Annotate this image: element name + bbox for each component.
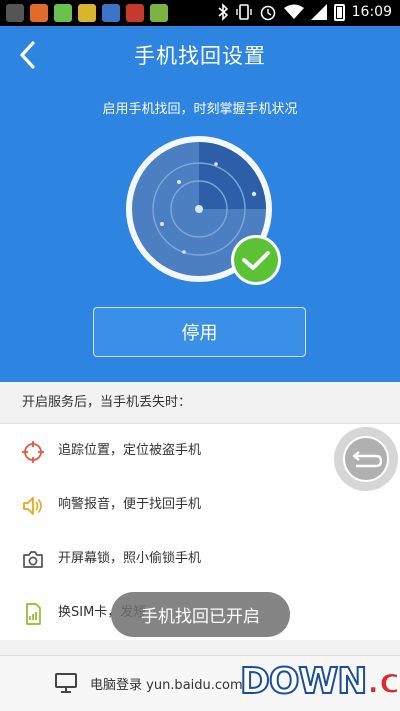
status-time: 16:09: [351, 4, 392, 20]
computer-icon: [55, 673, 77, 693]
notification-icons: [6, 4, 168, 22]
android-icon: [150, 4, 168, 22]
watermark-logo: DOWN.cc: [239, 660, 400, 709]
camera-icon: [23, 551, 43, 568]
stop-button[interactable]: 停用: [93, 307, 306, 357]
vibrate-icon: [235, 4, 252, 20]
target-icon: [22, 441, 44, 463]
alarm-icon: [260, 5, 275, 21]
feature-label: 追踪位置，定位被盗手机: [58, 443, 202, 458]
bluetooth-icon: [218, 3, 228, 21]
feature-label: 响警报音，便于找回手机: [58, 497, 202, 512]
page-title: 手机找回设置: [134, 44, 266, 68]
page-subtitle: 启用手机找回，时刻掌握手机状况: [102, 102, 298, 117]
watermark-suffix: .cc: [365, 660, 400, 703]
section-title: 开启服务后，当手机丢失时：: [0, 382, 400, 424]
feature-label: 开屏幕锁，照小偷锁手机: [58, 551, 202, 566]
wifi-icon: [283, 4, 304, 19]
pc-login-text: 电脑登录 yun.baidu.com: [90, 678, 243, 693]
battery-icon: [333, 3, 345, 21]
security-icon: [126, 4, 144, 22]
game-icon: [78, 4, 96, 22]
shield-icon: [30, 4, 48, 22]
watermark-main: DOWN: [239, 660, 368, 703]
list-item: 响警报音，便于找回手机: [0, 478, 400, 532]
list-item: 开屏幕锁，照小偷锁手机: [0, 532, 400, 586]
system-icons: 16:09: [217, 3, 392, 21]
status-bar: 16:09: [0, 0, 400, 26]
floating-assist-button[interactable]: [334, 427, 398, 491]
usb-icon: [6, 4, 24, 22]
toast-message: 手机找回已开启: [111, 592, 290, 637]
speaker-icon: [23, 497, 42, 515]
wechat-icon: [54, 4, 72, 22]
app-icon: [102, 4, 120, 22]
signal-icon: [310, 4, 327, 20]
sim-card-icon: [26, 603, 41, 625]
check-icon: [231, 235, 281, 285]
return-arrow-icon: [352, 451, 383, 468]
hero-panel: 手机找回设置 启用手机找回，时刻掌握手机状况 停用: [0, 26, 400, 382]
